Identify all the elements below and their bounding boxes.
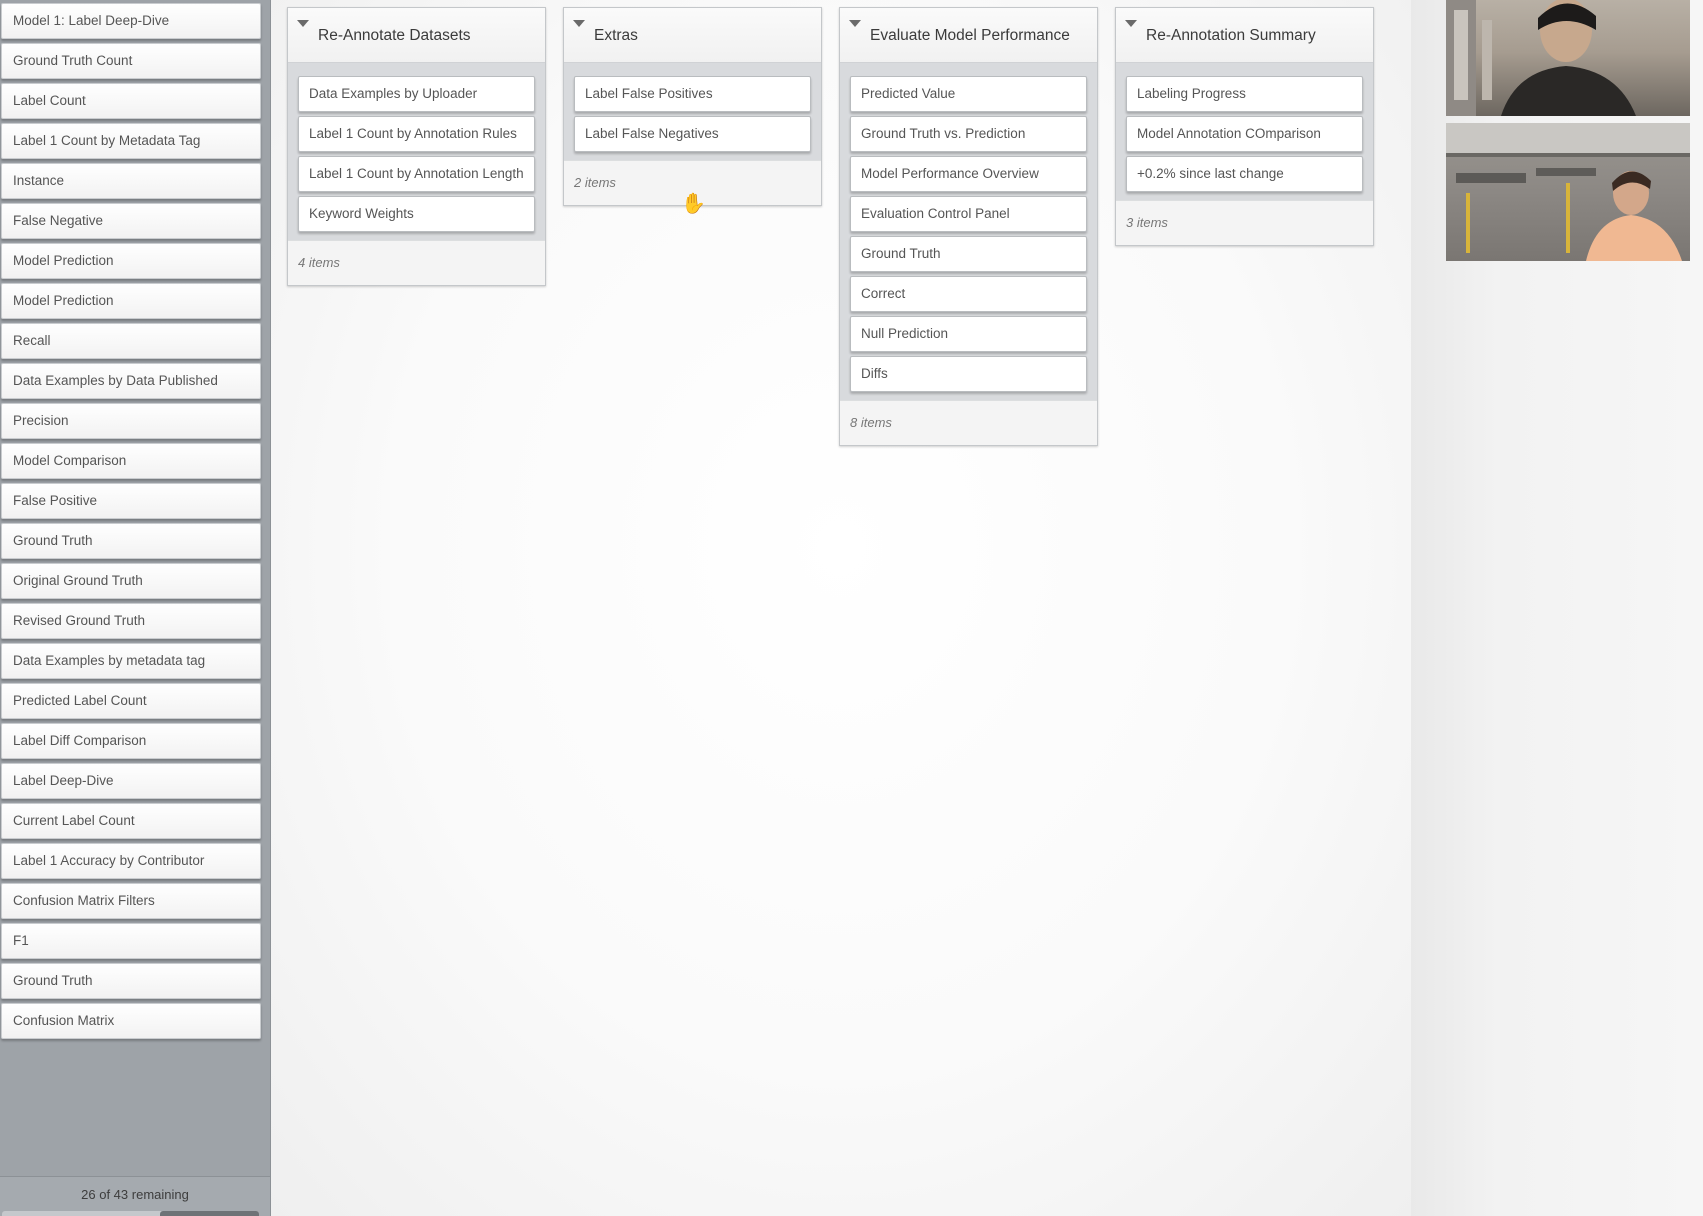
sorted-card[interactable]: Diffs <box>850 356 1087 392</box>
caret-down-icon[interactable] <box>573 20 585 27</box>
video-tile-participant-2 <box>1446 123 1690 261</box>
column-card-list: Label False Positives Label False Negati… <box>564 63 821 160</box>
sorted-card[interactable]: Evaluation Control Panel <box>850 196 1087 232</box>
column-item-count: 8 items <box>840 400 1097 445</box>
pool-card[interactable]: Precision <box>1 403 261 439</box>
category-column-re-annotate-datasets: Re-Annotate Datasets Data Examples by Up… <box>287 7 546 286</box>
pool-card[interactable]: Ground Truth <box>1 523 261 559</box>
pool-card[interactable]: F1 <box>1 923 261 959</box>
pool-card[interactable]: Model Prediction <box>1 243 261 279</box>
column-header: Re-Annotate Datasets <box>288 8 545 63</box>
column-title[interactable]: Evaluate Model Performance <box>870 27 1070 44</box>
pool-card[interactable]: Label Diff Comparison <box>1 723 261 759</box>
column-card-list: Predicted Value Ground Truth vs. Predict… <box>840 63 1097 400</box>
sorted-card[interactable]: Label 1 Count by Annotation Rules <box>298 116 535 152</box>
sorted-card[interactable]: Data Examples by Uploader <box>298 76 535 112</box>
sorted-card[interactable]: +0.2% since last change <box>1126 156 1363 192</box>
pool-card[interactable]: Model Comparison <box>1 443 261 479</box>
participant-1-video-image <box>1446 0 1636 116</box>
remaining-counter: 26 of 43 remaining <box>0 1176 270 1216</box>
pool-card[interactable]: Confusion Matrix Filters <box>1 883 261 919</box>
column-title[interactable]: Extras <box>594 27 638 44</box>
caret-down-icon[interactable] <box>1125 20 1137 27</box>
pool-card[interactable]: Recall <box>1 323 261 359</box>
sorted-card[interactable]: Predicted Value <box>850 76 1087 112</box>
sorted-card[interactable]: Labeling Progress <box>1126 76 1363 112</box>
sorted-card[interactable]: Ground Truth <box>850 236 1087 272</box>
pool-card[interactable]: False Positive <box>1 483 261 519</box>
pool-card[interactable]: Data Examples by Data Published <box>1 363 261 399</box>
pool-card[interactable]: Predicted Label Count <box>1 683 261 719</box>
category-column-evaluate-model-performance: Evaluate Model Performance Predicted Val… <box>839 7 1098 446</box>
sorted-card[interactable]: Model Performance Overview <box>850 156 1087 192</box>
pool-card[interactable]: Instance <box>1 163 261 199</box>
card-pool-list: Model 1: Label Deep-Dive Ground Truth Co… <box>1 3 261 1043</box>
participant-2-video-image <box>1446 123 1690 261</box>
category-column-re-annotation-summary: Re-Annotation Summary Labeling Progress … <box>1115 7 1374 246</box>
sorted-card[interactable]: Keyword Weights <box>298 196 535 232</box>
pool-card[interactable]: Model Prediction <box>1 283 261 319</box>
caret-down-icon[interactable] <box>297 20 309 27</box>
pool-card[interactable]: Label Deep-Dive <box>1 763 261 799</box>
column-card-list: Data Examples by Uploader Label 1 Count … <box>288 63 545 240</box>
sorted-card[interactable]: Model Annotation COmparison <box>1126 116 1363 152</box>
sorted-card[interactable]: Label False Positives <box>574 76 811 112</box>
column-header: Re-Annotation Summary <box>1116 8 1373 63</box>
sorted-card[interactable]: Ground Truth vs. Prediction <box>850 116 1087 152</box>
pool-card[interactable]: Data Examples by metadata tag <box>1 643 261 679</box>
sorted-card[interactable]: Null Prediction <box>850 316 1087 352</box>
pool-card[interactable]: False Negative <box>1 203 261 239</box>
pool-scrollbar[interactable] <box>2 1211 259 1216</box>
video-tile-participant-1 <box>1446 0 1690 116</box>
scrollbar-thumb[interactable] <box>160 1211 259 1216</box>
pool-card[interactable]: Ground Truth <box>1 963 261 999</box>
column-title[interactable]: Re-Annotate Datasets <box>318 27 471 44</box>
pool-card[interactable]: Label 1 Accuracy by Contributor <box>1 843 261 879</box>
card-pool-panel: Model 1: Label Deep-Dive Ground Truth Co… <box>0 0 271 1216</box>
pool-card[interactable]: Original Ground Truth <box>1 563 261 599</box>
pool-card[interactable]: Confusion Matrix <box>1 1003 261 1039</box>
pool-card[interactable]: Current Label Count <box>1 803 261 839</box>
column-item-count: 3 items <box>1116 200 1373 245</box>
pool-card[interactable]: Ground Truth Count <box>1 43 261 79</box>
category-column-extras: Extras Label False Positives Label False… <box>563 7 822 206</box>
sorted-card[interactable]: Label False Negatives <box>574 116 811 152</box>
sorted-card[interactable]: Correct <box>850 276 1087 312</box>
grab-hand-icon: ✋ <box>681 193 706 215</box>
pool-card[interactable]: Label 1 Count by Metadata Tag <box>1 123 261 159</box>
sorted-card[interactable]: Label 1 Count by Annotation Length <box>298 156 535 192</box>
column-item-count: 4 items <box>288 240 545 285</box>
pool-card[interactable]: Label Count <box>1 83 261 119</box>
column-title[interactable]: Re-Annotation Summary <box>1146 27 1316 44</box>
caret-down-icon[interactable] <box>849 20 861 27</box>
column-card-list: Labeling Progress Model Annotation COmpa… <box>1116 63 1373 200</box>
pool-card[interactable]: Revised Ground Truth <box>1 603 261 639</box>
column-header: Evaluate Model Performance <box>840 8 1097 63</box>
pool-card[interactable]: Model 1: Label Deep-Dive <box>1 3 261 39</box>
column-header: Extras <box>564 8 821 63</box>
